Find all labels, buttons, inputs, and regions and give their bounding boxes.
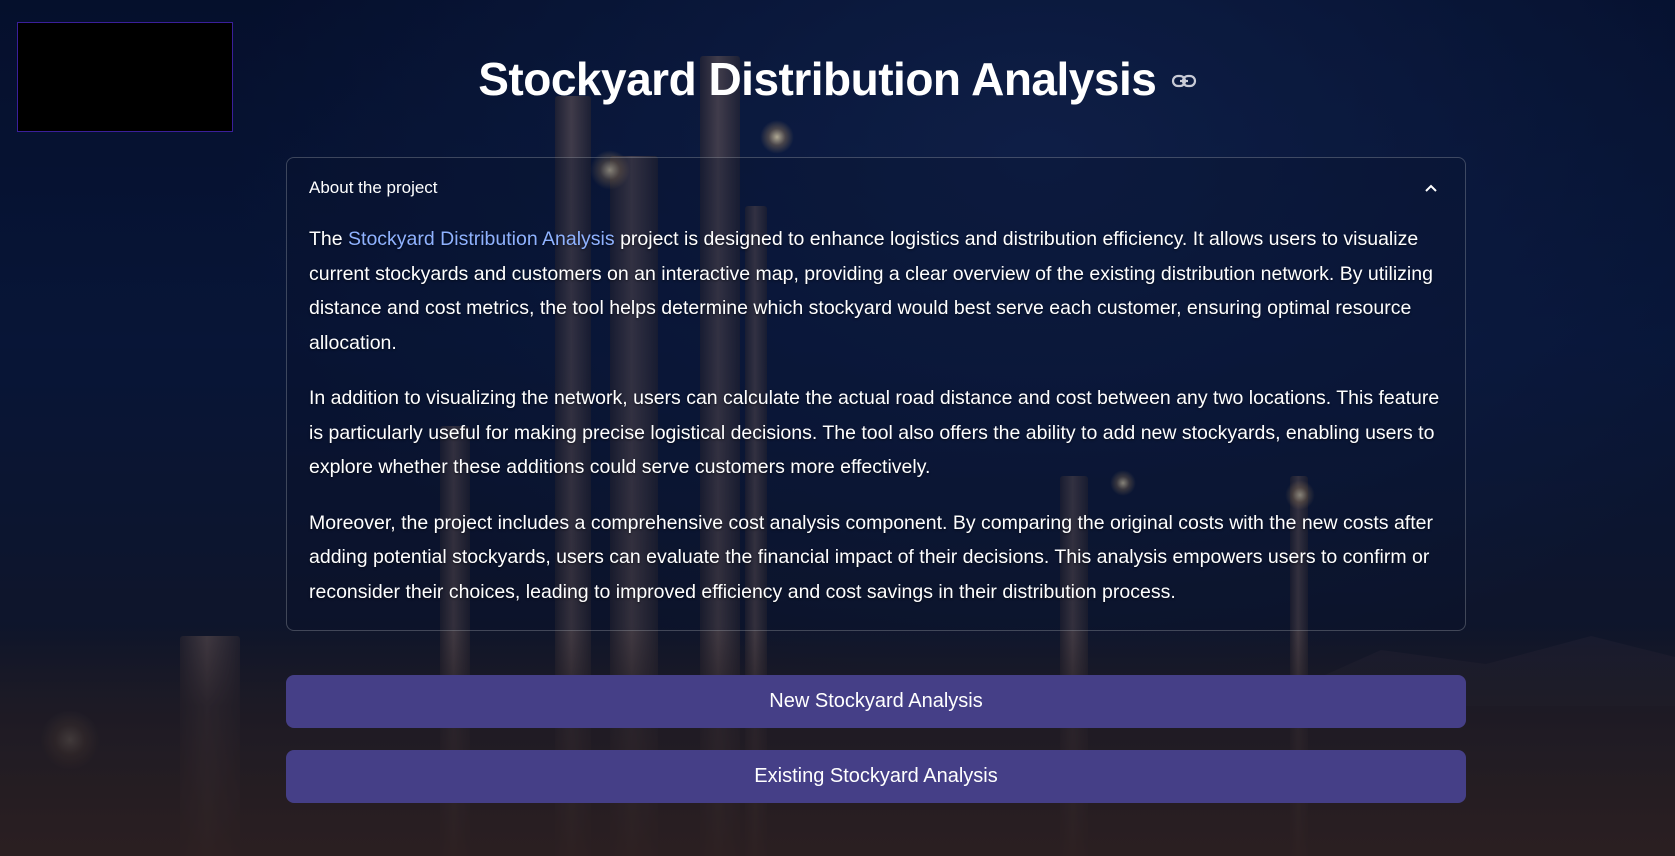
about-paragraph-3: Moreover, the project includes a compreh…: [309, 511, 1433, 603]
chevron-up-icon[interactable]: [1423, 180, 1439, 196]
link-icon[interactable]: [1171, 71, 1197, 91]
about-expander: About the project The Stockyard Distribu…: [286, 157, 1466, 631]
about-paragraph-1: The Stockyard Distribution Analysis proj…: [309, 222, 1443, 360]
page-title: Stockyard Distribution Analysis: [478, 53, 1157, 105]
new-stockyard-analysis-button[interactable]: New Stockyard Analysis: [286, 675, 1466, 728]
expander-body: The Stockyard Distribution Analysis proj…: [309, 222, 1443, 630]
expander-header[interactable]: About the project: [309, 178, 1443, 202]
project-link[interactable]: Stockyard Distribution Analysis: [348, 228, 615, 250]
paragraph-text: The: [309, 228, 349, 250]
expander-label: About the project: [309, 178, 438, 197]
existing-stockyard-analysis-button[interactable]: Existing Stockyard Analysis: [286, 750, 1466, 803]
about-paragraph-2: In addition to visualizing the network, …: [309, 387, 1440, 478]
page-header: Stockyard Distribution Analysis: [0, 52, 1675, 106]
